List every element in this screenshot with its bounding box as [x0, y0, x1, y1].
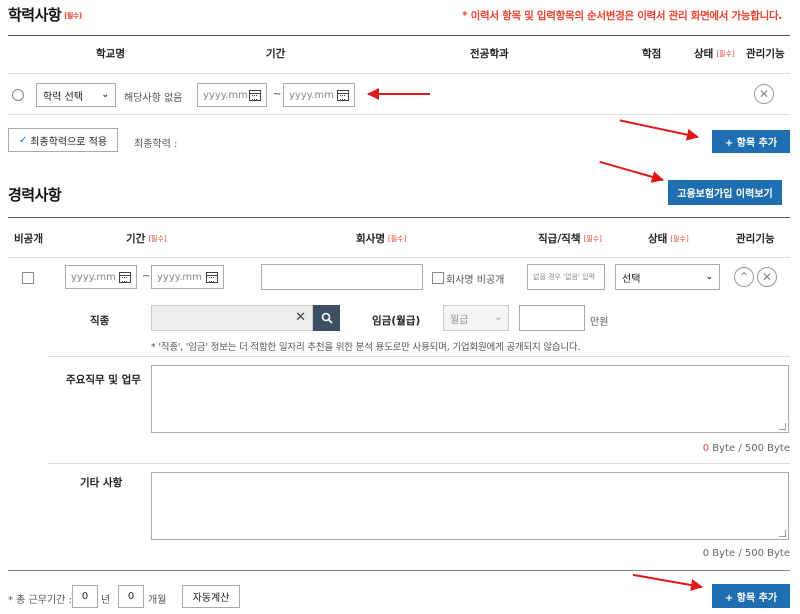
order-change-note: * 이력서 항목 및 입력항목의 순서변경은 이력서 관리 화면에서 가능합니다…	[462, 10, 782, 22]
header-status: 상태 [필수]	[694, 48, 735, 60]
calendar-icon[interactable]	[206, 271, 218, 283]
final-education-label: 최종학력 :	[134, 139, 178, 150]
header-gpa: 학점	[642, 48, 662, 60]
years-input[interactable]: 0	[72, 585, 98, 608]
header-status: 상태 [필수]	[648, 233, 689, 245]
header-company: 회사명 [필수]	[356, 233, 407, 245]
edu-end-date-input[interactable]: yyyy.mm	[283, 83, 355, 107]
annotation-arrow	[619, 119, 699, 138]
chevron-down-icon: ⌄	[494, 313, 502, 323]
insurance-history-button[interactable]: 고용보험가입 이력보기	[668, 180, 782, 205]
hide-company-checkbox[interactable]	[432, 272, 444, 284]
career-status-select[interactable]: 선택 ⌄	[615, 264, 720, 290]
divider	[8, 570, 790, 571]
apply-final-education-button[interactable]: ✓ 최종학력으로 적용	[8, 128, 118, 152]
career-title: 경력사항	[8, 186, 62, 204]
duties-textarea[interactable]	[151, 365, 789, 433]
resize-handle-icon[interactable]	[779, 423, 786, 430]
private-checkbox[interactable]	[22, 272, 34, 284]
divider	[48, 463, 790, 464]
tilde: ~	[273, 89, 282, 100]
divider	[8, 35, 790, 36]
header-major: 전공학과	[470, 48, 509, 60]
header-manage: 관리기능	[736, 233, 775, 245]
other-textarea[interactable]	[151, 472, 789, 540]
duties-byte-counter: 0 Byte / 500 Byte	[702, 443, 790, 454]
header-manage: 관리기능	[746, 48, 785, 60]
other-label: 기타 사항	[80, 477, 123, 489]
job-type-input[interactable]: ✕	[151, 305, 313, 331]
hide-company-label: 회사명 비공개	[446, 275, 505, 286]
edu-start-date-input[interactable]: yyyy.mm	[197, 83, 267, 107]
months-unit: 개월	[148, 595, 167, 606]
search-icon	[321, 312, 333, 324]
calendar-icon[interactable]	[337, 89, 349, 101]
header-period: 기간 [필수]	[126, 233, 167, 245]
chevron-down-icon: ⌄	[101, 90, 109, 100]
required-mark: [필수]	[64, 11, 82, 20]
other-byte-counter: 0 Byte / 500 Byte	[702, 548, 790, 559]
education-title: 학력사항 [필수]	[8, 6, 82, 24]
tilde: ~	[142, 271, 151, 282]
divider	[8, 73, 790, 74]
divider	[8, 114, 790, 115]
job-type-label: 직종	[90, 315, 110, 327]
header-school: 학교명	[96, 48, 125, 60]
delete-row-icon[interactable]: ✕	[754, 84, 774, 104]
final-education-radio[interactable]	[12, 89, 24, 101]
header-position: 직급/직책 [필수]	[538, 233, 602, 245]
salary-amount-input[interactable]	[519, 305, 585, 331]
add-education-button[interactable]: + 항목 추가	[712, 130, 790, 153]
add-career-button[interactable]: + 항목 추가	[712, 584, 790, 608]
salary-type-select[interactable]: 월급 ⌄	[443, 305, 509, 331]
chevron-down-icon: ⌄	[705, 272, 713, 282]
calendar-icon[interactable]	[249, 89, 261, 101]
calendar-icon[interactable]	[119, 271, 131, 283]
header-private: 비공개	[14, 233, 43, 245]
annotation-arrow	[632, 573, 703, 588]
search-button[interactable]	[313, 305, 340, 331]
education-level-select[interactable]: 학력 선택 ⌄	[36, 83, 116, 107]
header-period: 기간	[266, 48, 286, 60]
career-start-date-input[interactable]: yyyy.mm	[65, 265, 137, 289]
career-end-date-input[interactable]: yyyy.mm	[151, 265, 224, 289]
salary-label: 임금(월급)	[372, 315, 421, 327]
divider	[48, 356, 790, 357]
divider	[8, 217, 790, 218]
position-input[interactable]: 없을 경우 '없음' 입력	[527, 264, 605, 290]
move-up-icon[interactable]: ⌃	[734, 267, 754, 287]
clear-icon[interactable]: ✕	[295, 310, 306, 325]
duties-label: 주요직무 및 업무	[66, 374, 141, 386]
salary-unit: 만원	[590, 317, 609, 328]
annotation-arrow	[367, 88, 430, 100]
privacy-hint: * '직종', '임금' 정보는 더 적합한 일자리 추천을 위한 분석 용도로…	[151, 342, 581, 353]
company-name-input[interactable]	[261, 264, 423, 290]
total-period-label: * 총 근무기간 :	[8, 595, 72, 606]
check-icon: ✓	[18, 134, 28, 146]
annotation-arrow	[599, 160, 664, 181]
months-input[interactable]: 0	[118, 585, 144, 608]
years-unit: 년	[101, 595, 111, 606]
resize-handle-icon[interactable]	[779, 530, 786, 537]
divider	[8, 257, 790, 258]
auto-calc-button[interactable]: 자동계산	[182, 585, 240, 608]
delete-row-icon[interactable]: ✕	[757, 267, 777, 287]
no-entry-label: 해당사항 없음	[124, 93, 183, 104]
